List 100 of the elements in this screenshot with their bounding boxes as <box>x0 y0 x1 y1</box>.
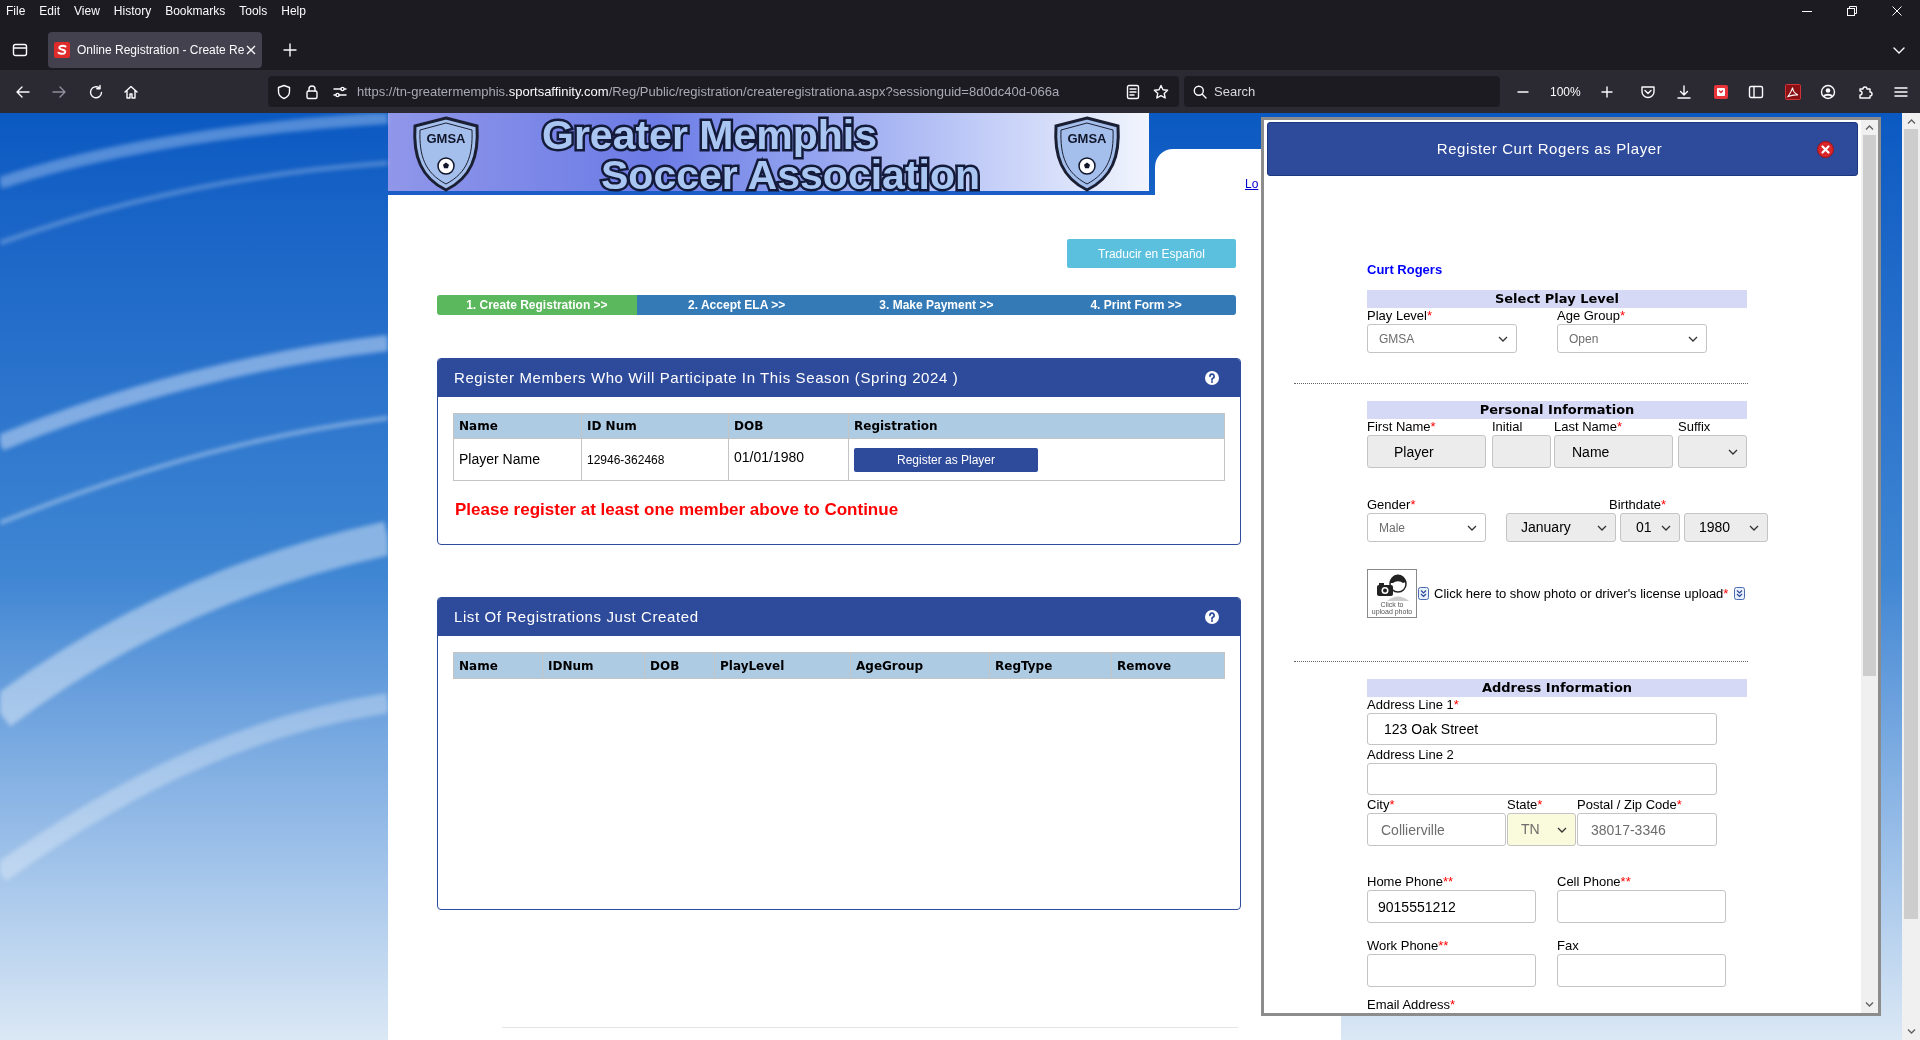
field-label: Cell Phone** <box>1557 875 1632 889</box>
warning-message: Please register at least one member above to Continue <box>455 500 900 520</box>
step-tab[interactable]: 4. Print Form >> <box>1036 295 1236 315</box>
shield-icon[interactable] <box>276 83 292 100</box>
section-heading: Personal Information <box>1367 401 1747 419</box>
column-header: AgeGroup <box>851 653 990 678</box>
home-icon[interactable] <box>123 83 139 100</box>
field-label: Suffix <box>1678 420 1712 434</box>
field-label: Postal / Zip Code* <box>1577 798 1683 812</box>
close-icon[interactable] <box>1817 140 1834 158</box>
link[interactable]: Lo <box>1245 177 1259 191</box>
search-field[interactable]: Search <box>1184 76 1500 107</box>
scroll-down-icon[interactable] <box>1906 1029 1916 1034</box>
chevron-down-icon <box>1467 524 1477 531</box>
input-field[interactable]: 9015551212 <box>1367 890 1536 923</box>
field-label: Fax <box>1557 939 1580 953</box>
extension-icon[interactable] <box>1712 83 1729 100</box>
browser-tab[interactable]: Online Registration - Create Re <box>48 32 262 68</box>
photo-upload-link[interactable]: Click here to show photo or driver's license upload* <box>1434 586 1729 601</box>
scrollbar[interactable] <box>1902 113 1920 1040</box>
chevron-down-icon <box>1688 335 1698 342</box>
field-label: Address Line 1* <box>1367 698 1460 712</box>
field-label: Initial <box>1492 420 1524 434</box>
column-header: Name <box>454 414 582 438</box>
chevron-down-icon <box>1661 524 1671 531</box>
column-header: PlayLevel <box>715 653 851 678</box>
input-field[interactable] <box>1557 954 1726 987</box>
panel-title: List Of Registrations Just Created <box>454 606 699 627</box>
shield-logo: GMSA <box>411 116 481 192</box>
step-tab[interactable]: 2. Accept ELA >> <box>636 295 837 315</box>
modal-title: Register Curt Rogers as Player <box>1435 138 1664 159</box>
plus-icon[interactable] <box>282 42 298 58</box>
input-field[interactable] <box>1492 435 1551 468</box>
field-label: Address Line 2 <box>1367 748 1455 762</box>
column-header: Name <box>454 653 543 678</box>
input-field[interactable]: Name <box>1554 435 1673 468</box>
download-icon[interactable] <box>1675 83 1692 100</box>
field-label: City* <box>1367 798 1396 812</box>
menu-item[interactable]: Bookmarks <box>163 3 228 19</box>
restore-icon[interactable] <box>1847 6 1857 16</box>
field-label: Play Level* <box>1367 309 1434 323</box>
scrollbar[interactable] <box>1861 120 1878 1013</box>
input-field[interactable]: Player <box>1367 435 1486 468</box>
lock-icon[interactable] <box>304 83 320 100</box>
pdf-icon[interactable] <box>1784 83 1801 100</box>
chevron-down-icon <box>1498 335 1508 342</box>
column-header: ID Num <box>582 414 729 438</box>
menu-item[interactable]: Help <box>279 3 308 19</box>
sidebar-icon[interactable] <box>1747 83 1764 100</box>
section-heading: Select Play Level <box>1367 290 1747 308</box>
column-header: DOB <box>645 653 715 678</box>
input-field[interactable]: 123 Oak Street <box>1367 713 1717 745</box>
shield-logo: GMSA <box>1052 116 1122 192</box>
dropdown[interactable]: 1980 <box>1684 513 1768 542</box>
dropdown[interactable]: 01 <box>1620 513 1680 542</box>
help-icon[interactable] <box>1205 610 1219 624</box>
address-bar[interactable]: https://tn-greatermemphis.sportsaffinity.com/Reg/Public/registration/createregistrationa.aspx?sessionguid=8d0dc40d-066a <box>268 76 1179 107</box>
menu-item[interactable]: History <box>111 3 154 19</box>
field-label: Work Phone** <box>1367 939 1450 953</box>
star-icon[interactable] <box>1153 83 1169 100</box>
zoom-level[interactable]: 100% <box>1550 82 1581 101</box>
scroll-down-icon[interactable] <box>1865 1002 1874 1007</box>
menu-item[interactable]: View <box>72 3 102 19</box>
panel-title: Register Members Who Will Participate In This Season (Spring 2024 ) <box>454 367 959 388</box>
column-header: Remove <box>1116 657 1173 675</box>
search-icon <box>1193 84 1207 99</box>
double-chevron-down-icon[interactable] <box>1734 587 1746 600</box>
field-label: State* <box>1507 798 1544 812</box>
field-label: First Name* <box>1367 420 1437 434</box>
member-name: Curt Rogers <box>1367 262 1444 278</box>
reload-icon[interactable] <box>88 83 104 100</box>
account-icon[interactable] <box>1819 83 1836 100</box>
input-field[interactable] <box>1367 954 1536 987</box>
pocket-icon[interactable] <box>1639 83 1656 100</box>
reader-view-icon[interactable] <box>1125 83 1141 100</box>
favicon-icon <box>54 42 70 58</box>
column-header: Registration <box>853 418 939 435</box>
puzzle-piece-icon[interactable] <box>1856 83 1873 100</box>
tab-list-icon[interactable] <box>12 42 28 58</box>
chevron-down-icon <box>1597 524 1607 531</box>
dropdown[interactable]: January <box>1506 513 1616 542</box>
scrollbar-thumb[interactable] <box>1863 135 1876 676</box>
chevron-down-icon <box>1557 826 1567 833</box>
step-tab[interactable]: 3. Make Payment >> <box>836 295 1037 315</box>
field-label: Home Phone** <box>1367 875 1454 889</box>
plus-icon[interactable] <box>1598 83 1615 100</box>
menu-item[interactable]: Edit <box>37 3 63 19</box>
input-field[interactable] <box>1367 763 1717 795</box>
banner-title: Greater Memphis Soccer Association <box>542 113 980 195</box>
scroll-up-icon[interactable] <box>1906 119 1916 124</box>
field-label: Age Group* <box>1557 309 1626 323</box>
scrollbar-thumb[interactable] <box>1904 129 1918 919</box>
menu-item[interactable]: File <box>4 3 28 19</box>
input-field[interactable] <box>1557 890 1726 923</box>
scroll-up-icon[interactable] <box>1865 125 1874 130</box>
register-button[interactable]: Register as Player <box>854 447 1038 472</box>
table-cell: 01/01/1980 <box>729 439 849 480</box>
double-chevron-down-icon[interactable] <box>1418 587 1429 600</box>
help-icon[interactable] <box>1205 371 1219 385</box>
menu-item[interactable]: Tools <box>237 3 270 19</box>
